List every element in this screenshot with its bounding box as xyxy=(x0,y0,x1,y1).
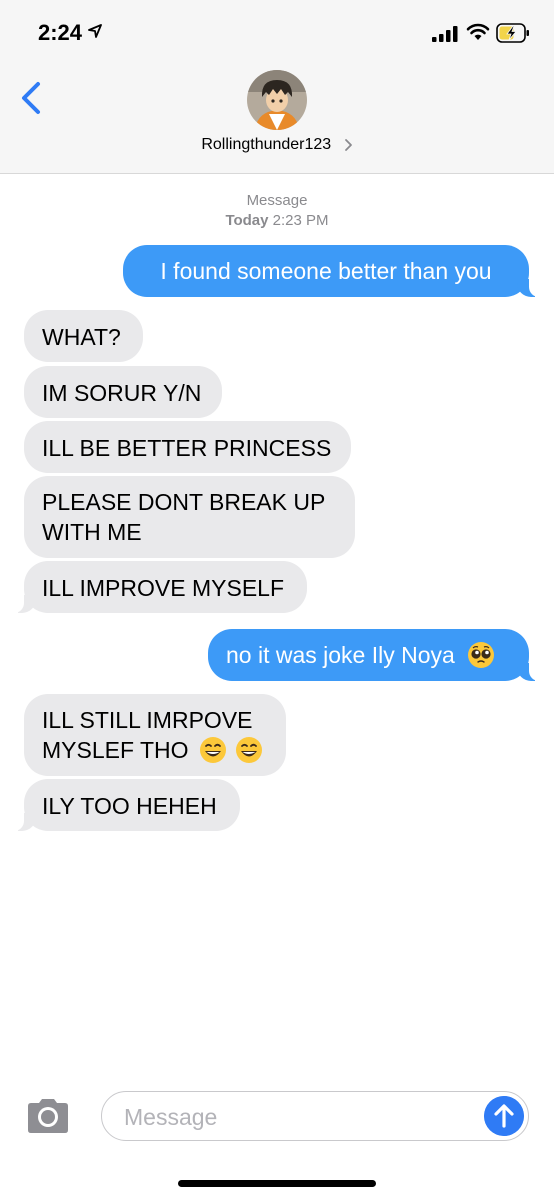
location-arrow-icon xyxy=(88,24,102,38)
wifi-icon xyxy=(466,23,490,40)
message-input[interactable] xyxy=(122,1101,466,1133)
send-button[interactable] xyxy=(484,1096,524,1136)
contact-name: Rollingthunder123 xyxy=(201,136,332,153)
message-text-line: WITH ME xyxy=(42,519,142,545)
message-text: ILL BE BETTER PRINCESS xyxy=(42,435,332,461)
message-text: WHAT? xyxy=(42,324,121,350)
message-text: ILL IMPROVE MYSELF xyxy=(42,575,284,601)
message-composer xyxy=(101,1091,529,1141)
timestamp-day: Today xyxy=(225,212,269,229)
contact-details-link[interactable]: Rollingthunder123 xyxy=(0,136,554,154)
battery-charging-icon xyxy=(496,23,529,43)
message-bubble-incoming[interactable]: ILL BE BETTER PRINCESS xyxy=(24,421,351,473)
timestamp-time: 2:23 PM xyxy=(272,212,329,229)
status-time: 2:24 xyxy=(38,20,83,45)
cellular-signal-icon xyxy=(432,26,458,42)
message-text: IM SORUR Y/N xyxy=(42,380,202,406)
message-text: I found someone better than you xyxy=(160,258,492,284)
message-text: ILY TOO HEHEH xyxy=(42,793,217,819)
message-text: MYSLEF THO xyxy=(42,737,189,763)
conversation-header: Rollingthunder123 xyxy=(0,70,554,174)
message-bubble-incoming[interactable]: ILL IMPROVE MYSELF xyxy=(12,561,307,613)
message-bubble-incoming[interactable]: IM SORUR Y/N xyxy=(24,366,222,418)
grinning-face-icon xyxy=(236,736,263,763)
back-button[interactable] xyxy=(12,74,52,122)
status-bar: 2:24 xyxy=(0,0,554,70)
camera-button[interactable] xyxy=(24,1096,72,1136)
message-text-line: MYSLEF THO xyxy=(42,735,268,765)
chevron-right-icon xyxy=(344,138,352,151)
grinning-face-icon xyxy=(199,736,226,763)
message-timestamp: Message Today 2:23 PM xyxy=(0,191,554,231)
message-text-line: ILL STILL IMRPOVE xyxy=(42,707,253,733)
pleading-face-icon xyxy=(468,641,495,668)
message-bubble-outgoing[interactable]: I found someone better than you xyxy=(123,245,541,297)
message-text: no it was joke Ily Noya xyxy=(226,642,455,668)
message-bubble-incoming[interactable]: ILL STILL IMRPOVE MYSLEF THO xyxy=(24,694,286,776)
avatar[interactable] xyxy=(247,70,307,130)
message-bubble-outgoing[interactable]: no it was joke Ily Noya xyxy=(208,629,541,681)
message-bubble-incoming[interactable]: PLEASE DONT BREAK UP WITH ME xyxy=(24,476,355,558)
message-bubble-incoming[interactable]: WHAT? xyxy=(24,310,143,362)
home-indicator[interactable] xyxy=(178,1180,376,1187)
service-label: Message xyxy=(246,192,308,209)
message-bubble-incoming[interactable]: ILY TOO HEHEH xyxy=(12,779,240,831)
message-text-line: PLEASE DONT BREAK UP xyxy=(42,489,326,515)
